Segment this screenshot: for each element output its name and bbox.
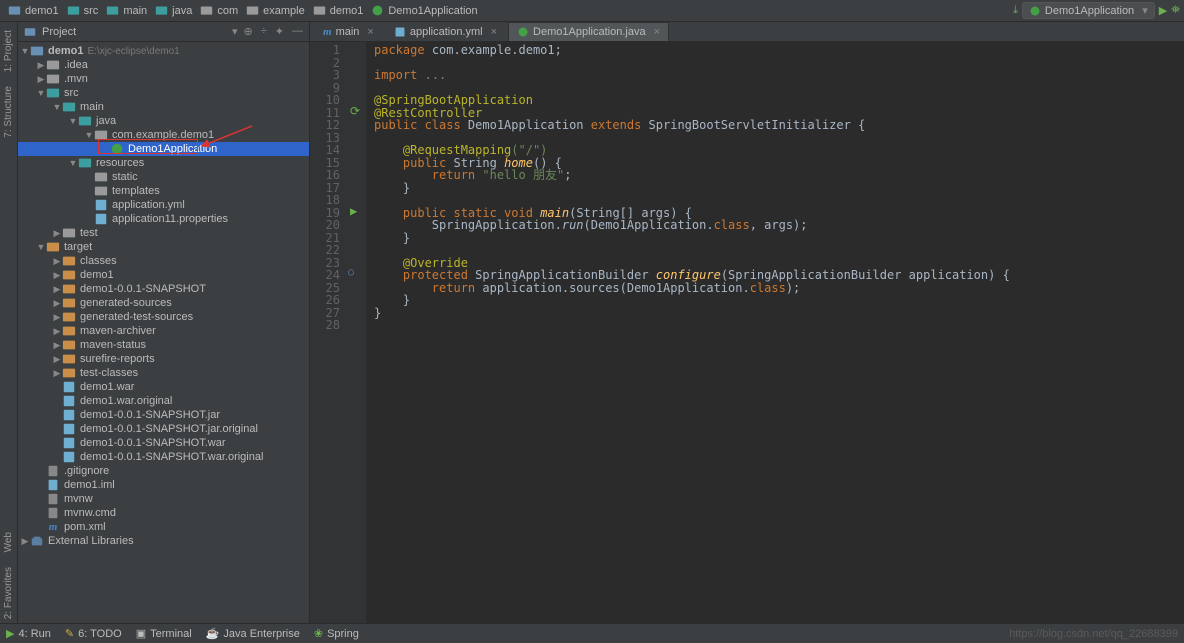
close-icon[interactable]: × (491, 26, 497, 38)
tab-app[interactable]: Demo1Application.java× (508, 22, 669, 41)
run-icon[interactable]: ▶ (1159, 4, 1167, 17)
tool-structure[interactable]: 7: Structure (3, 82, 14, 142)
editor-area: mmain× application.yml× Demo1Application… (310, 22, 1184, 623)
crumb-java[interactable]: java (151, 4, 196, 17)
crumb-app[interactable]: Demo1Application (367, 4, 481, 17)
gutter-marks: ⟳ ▶ ○ (346, 42, 366, 623)
watermark: https://blog.csdn.net/qq_22688399 (1009, 628, 1178, 640)
crumb-main[interactable]: main (102, 4, 151, 17)
code-body[interactable]: package package com.example.demo1;com.ex… (366, 42, 1184, 623)
tool-project[interactable]: 1: Project (3, 26, 14, 76)
crumb-project[interactable]: demo1 (4, 4, 63, 17)
tool-run[interactable]: ▶4: Run (6, 627, 51, 640)
build-icon[interactable]: ⤓ (1013, 4, 1018, 17)
bottom-toolbar: ▶4: Run ✎6: TODO ▣Terminal ☕Java Enterpr… (0, 623, 1184, 643)
close-icon[interactable]: × (367, 26, 373, 38)
code-editor[interactable]: 1239101112131415161718192021222324252627… (310, 42, 1184, 623)
crumb-src[interactable]: src (63, 4, 103, 17)
left-tool-rail: 1: Project 7: Structure Web 2: Favorites (0, 22, 18, 623)
tool-favorites[interactable]: 2: Favorites (3, 563, 14, 623)
project-header: Project ▾ ⊕ ÷ ✦ — (18, 22, 309, 42)
tab-main[interactable]: mmain× (314, 22, 383, 41)
tool-spring[interactable]: ❀Spring (314, 627, 359, 640)
project-panel: Project ▾ ⊕ ÷ ✦ — ▼demo1E:\xjc-eclipse\d… (18, 22, 310, 623)
crumb-demo1[interactable]: demo1 (309, 4, 368, 17)
breadcrumb-bar: demo1 src main java com example demo1 De… (0, 0, 1184, 22)
debug-icon[interactable]: ⛯ (1171, 4, 1180, 17)
collapse-icon[interactable]: ⊕ (244, 25, 253, 38)
project-title: Project (42, 26, 226, 38)
tool-web[interactable]: Web (3, 528, 14, 556)
close-icon[interactable]: × (654, 26, 660, 38)
crumb-example[interactable]: example (242, 4, 309, 17)
project-icon (24, 26, 36, 38)
line-gutter: 1239101112131415161718192021222324252627… (310, 42, 346, 623)
tab-yml[interactable]: application.yml× (385, 22, 506, 41)
project-tree[interactable]: ▼demo1E:\xjc-eclipse\demo1 ▶.idea ▶.mvn … (18, 42, 309, 623)
editor-tabs: mmain× application.yml× Demo1Application… (310, 22, 1184, 42)
hide-icon[interactable]: — (292, 25, 303, 38)
tool-terminal[interactable]: ▣Terminal (136, 627, 192, 640)
tool-todo[interactable]: ✎6: TODO (65, 627, 122, 640)
tool-java-enterprise[interactable]: ☕Java Enterprise (206, 627, 300, 640)
crumb-com[interactable]: com (196, 4, 242, 17)
run-config-combo[interactable]: Demo1Application▾ (1022, 2, 1155, 19)
scroll-icon[interactable]: ÷ (261, 25, 267, 38)
tree-item-demo1application: Demo1Application (18, 142, 309, 156)
gear-icon[interactable]: ✦ (275, 25, 284, 38)
